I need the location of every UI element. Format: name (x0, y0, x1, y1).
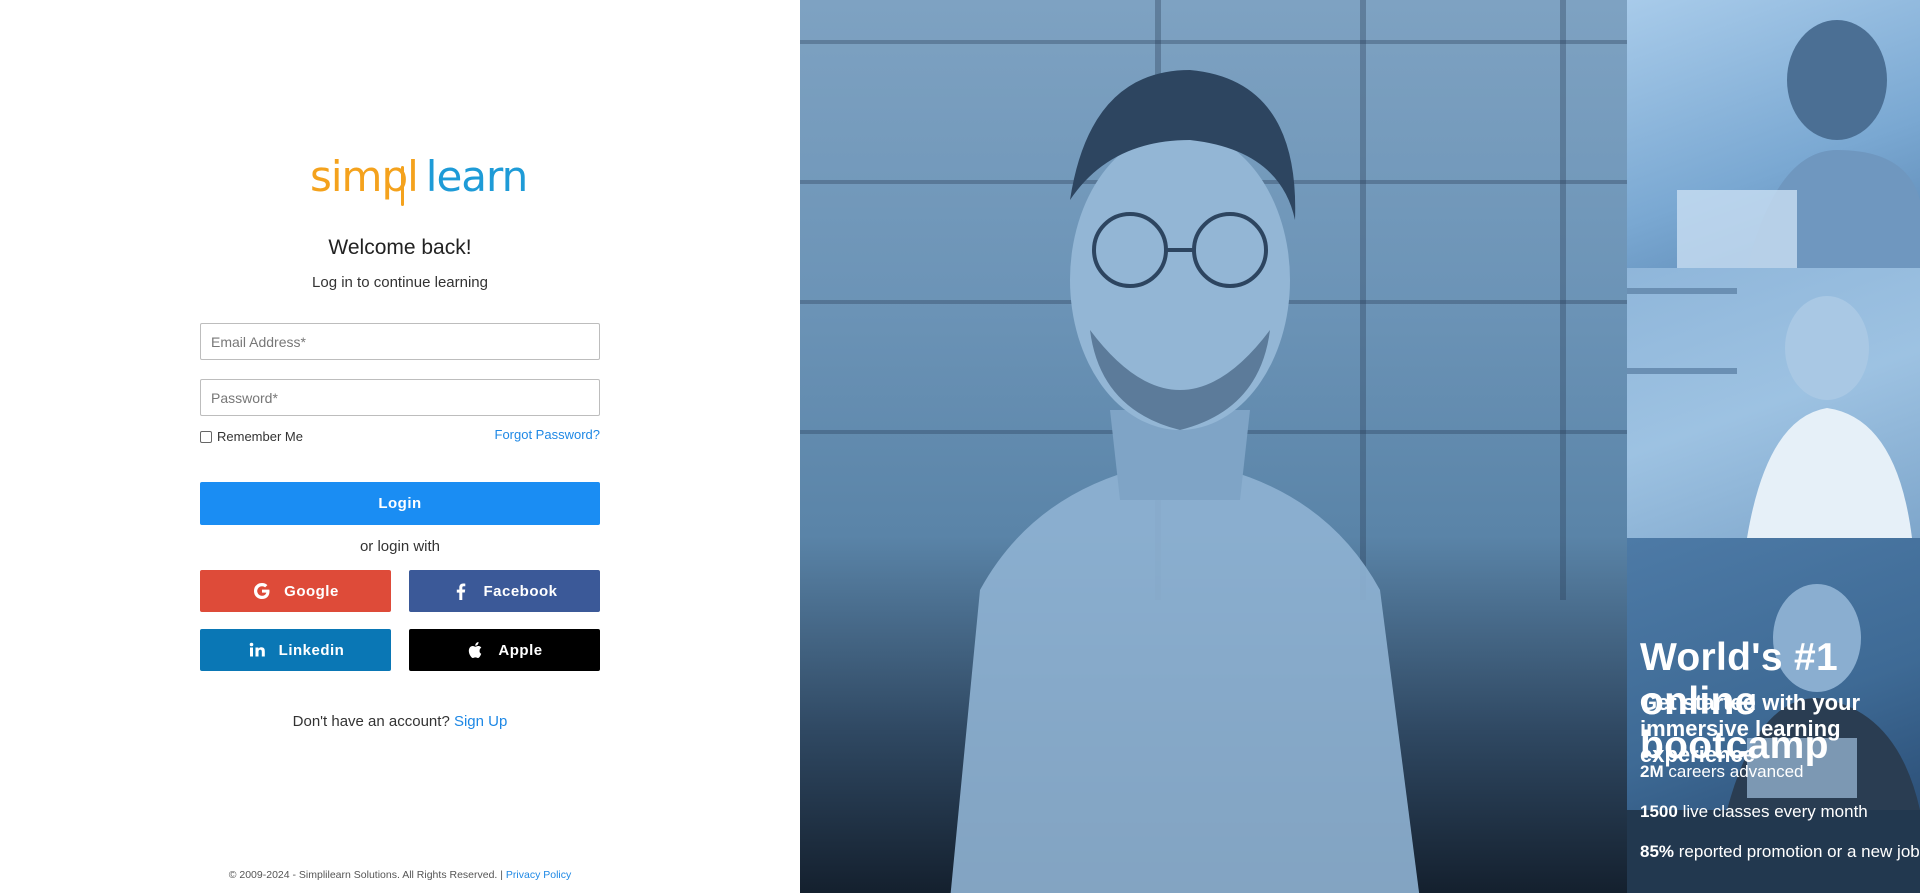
signup-prompt: Don't have an account? Sign Up (0, 713, 800, 730)
linkedin-label: Linkedin (278, 641, 345, 659)
remember-me-checkbox[interactable] (200, 430, 212, 443)
welcome-subtitle: Log in to continue learning (312, 274, 488, 291)
logo-accent-bar (401, 166, 404, 206)
participant-photo-icon (1627, 288, 1912, 538)
login-panel: simpl learn Welcome back! Log in to conti… (0, 0, 800, 893)
email-field[interactable] (200, 323, 600, 360)
copyright-text: © 2009-2024 - Simplilearn Solutions. All… (228, 869, 503, 881)
stat-value: 2M (1640, 762, 1664, 781)
or-login-with-text: or login with (359, 538, 441, 555)
forgot-password-link[interactable]: Forgot Password? (460, 427, 601, 442)
footer: © 2009-2024 - Simplilearn Solutions. All… (0, 869, 800, 881)
promo-subheadline: Get started with your immersive learning… (1640, 690, 1861, 767)
apple-login-button[interactable]: Apple (409, 629, 600, 671)
linkedin-login-button[interactable]: Linkedin (200, 629, 391, 671)
facebook-login-button[interactable]: Facebook (409, 570, 600, 612)
stat-live-classes: 1500 live classes every month (1640, 802, 1868, 822)
apple-icon (466, 640, 486, 660)
logo-text-learn: learn (425, 152, 528, 201)
google-login-button[interactable]: Google (200, 570, 391, 612)
participant-photo-icon (1677, 20, 1920, 268)
google-icon (252, 581, 272, 601)
login-button[interactable]: Login (200, 482, 600, 525)
password-field[interactable] (200, 379, 600, 416)
stat-value: 85% (1640, 842, 1675, 861)
stat-label: live classes every month (1682, 802, 1868, 821)
remember-me[interactable]: Remember Me (200, 429, 303, 444)
remember-me-label: Remember Me (217, 429, 303, 444)
hero-photo (800, 0, 1627, 893)
instructor-photo-icon (950, 70, 1420, 893)
video-tile (1627, 268, 1920, 538)
simplilearn-logo[interactable]: simpl learn (310, 152, 528, 208)
facebook-label: Facebook (483, 582, 558, 600)
welcome-title: Welcome back! (328, 236, 472, 259)
promo-panel: World's #1 online bootcamp Get started w… (800, 0, 1920, 893)
video-tile (1627, 0, 1920, 268)
stat-label: careers advanced (1668, 762, 1804, 781)
stat-label: reported promotion or a new job (1678, 842, 1920, 861)
signup-prompt-text: Don't have an account? (292, 713, 450, 730)
linkedin-icon (247, 640, 267, 660)
stat-careers: 2M careers advanced (1640, 762, 1804, 782)
signup-link[interactable]: Sign Up (454, 713, 507, 730)
apple-label: Apple (498, 641, 543, 659)
stat-value: 1500 (1640, 802, 1678, 821)
facebook-icon (451, 581, 471, 601)
stat-promotion: 85% reported promotion or a new job (1640, 842, 1920, 862)
privacy-policy-link[interactable]: Privacy Policy (506, 869, 571, 881)
google-label: Google (284, 582, 339, 600)
